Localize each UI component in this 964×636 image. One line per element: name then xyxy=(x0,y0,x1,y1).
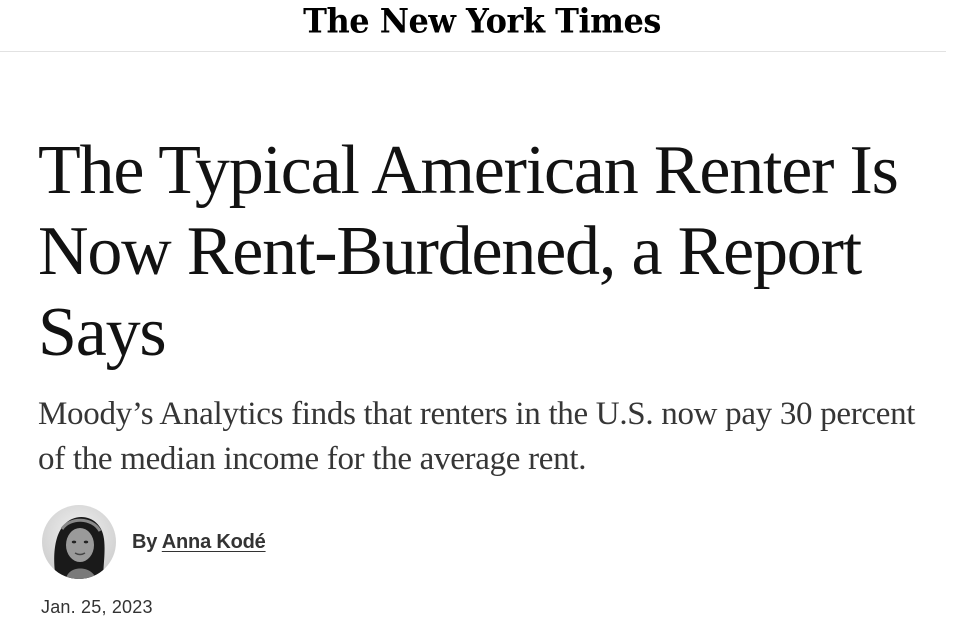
author-link[interactable]: Anna Kodé xyxy=(162,531,266,553)
masthead: The New York Times xyxy=(0,0,946,52)
nyt-logo[interactable]: The New York Times xyxy=(0,0,964,43)
byline-text: By Anna Kodé xyxy=(132,531,266,554)
byline-prefix: By xyxy=(132,530,158,553)
article-headline: The Typical American Renter Is Now Rent-… xyxy=(38,132,899,371)
author-avatar[interactable] xyxy=(42,505,116,579)
author-photo-icon xyxy=(42,505,116,579)
article-summary: Moody’s Analytics finds that renters in … xyxy=(38,396,916,477)
byline: By Anna Kodé xyxy=(42,505,266,579)
publish-date: Jan. 25, 2023 xyxy=(41,597,153,617)
